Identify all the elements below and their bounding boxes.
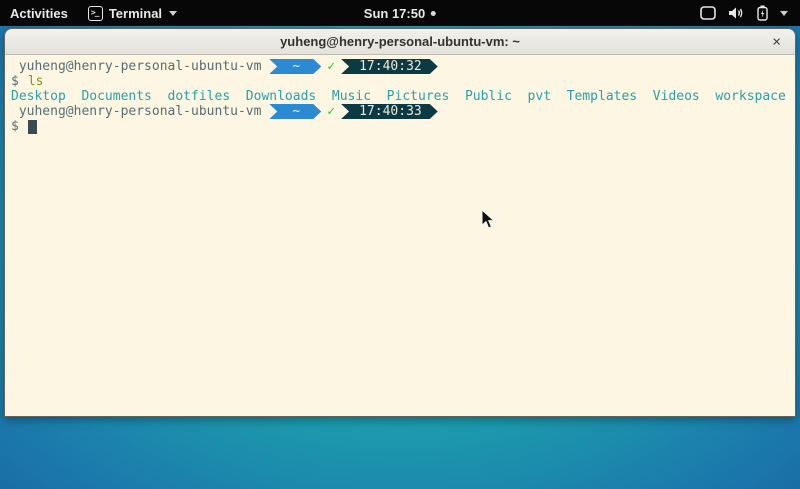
current-input-line[interactable]: $ — [11, 119, 793, 134]
clock-button[interactable]: Sun 17:50 — [364, 0, 436, 26]
prompt-user: yuheng@henry-personal-ubuntu-vm — [11, 104, 269, 119]
prompt-line-1: yuheng@henry-personal-ubuntu-vm ~ ✓ 17:40:… — [11, 59, 793, 74]
terminal-content[interactable]: yuheng@henry-personal-ubuntu-vm ~ ✓ 17:40:… — [5, 55, 795, 416]
prompt-time: 17:40:32 — [359, 59, 422, 74]
prompt-time: 17:40:33 — [359, 104, 422, 119]
top-bar: Activities >_ Terminal Sun 17:50 — [0, 0, 800, 26]
typed-command: ls — [28, 74, 44, 89]
clock-label: Sun 17:50 — [364, 6, 425, 21]
mouse-cursor — [481, 209, 495, 230]
prompt-path: ~ — [292, 104, 300, 119]
terminal-glyph: >_ — [91, 8, 99, 17]
tray-chevron-down-icon — [780, 11, 788, 16]
status-check-icon: ✓ — [324, 104, 338, 119]
window-titlebar[interactable]: yuheng@henry-personal-ubuntu-vm: ~ × — [5, 29, 795, 55]
system-tray[interactable] — [688, 0, 800, 26]
window-title: yuheng@henry-personal-ubuntu-vm: ~ — [280, 34, 520, 49]
prompt-user: yuheng@henry-personal-ubuntu-vm — [11, 59, 269, 74]
terminal-cursor — [28, 120, 37, 134]
battery-icon — [757, 5, 768, 21]
ls-output: Desktop Documents dotfiles Downloads Mus… — [11, 89, 793, 104]
activities-button[interactable]: Activities — [0, 0, 78, 26]
app-menu-label: Terminal — [109, 6, 162, 21]
notification-dot — [431, 11, 436, 16]
prompt-path: ~ — [292, 59, 300, 74]
powerline-time-segment: 17:40:33 — [341, 104, 438, 119]
close-button[interactable]: × — [772, 34, 781, 49]
chevron-down-icon — [169, 11, 177, 16]
command-line: $ ls — [11, 74, 793, 89]
powerline-path-segment: ~ — [269, 104, 321, 119]
powerline-path-segment: ~ — [269, 59, 321, 74]
terminal-app-icon: >_ — [88, 6, 103, 21]
screen-icon — [700, 6, 716, 20]
top-bar-left: Activities >_ Terminal — [0, 0, 187, 26]
volume-icon — [728, 6, 745, 20]
status-check-icon: ✓ — [324, 59, 338, 74]
prompt-symbol: $ — [11, 74, 19, 89]
powerline-time-segment: 17:40:32 — [341, 59, 438, 74]
prompt-line-2: yuheng@henry-personal-ubuntu-vm ~ ✓ 17:40:… — [11, 104, 793, 119]
app-menu-terminal[interactable]: >_ Terminal — [78, 0, 187, 26]
terminal-window: yuheng@henry-personal-ubuntu-vm: ~ × yuh… — [4, 28, 796, 417]
prompt-symbol: $ — [11, 119, 19, 134]
